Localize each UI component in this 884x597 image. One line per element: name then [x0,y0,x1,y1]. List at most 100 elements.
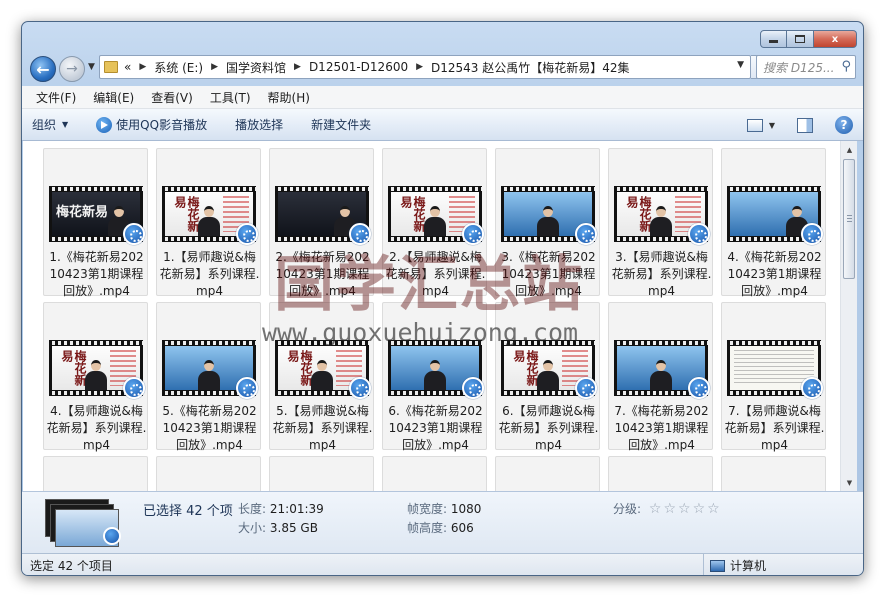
minimize-button[interactable] [760,30,787,48]
qq-player-badge-icon [103,527,121,545]
length-value: 21:01:39 [269,502,324,516]
scroll-down-icon[interactable]: ▼ [841,474,858,491]
file-item[interactable] [495,456,600,491]
file-item[interactable] [721,456,826,491]
presenter-figure [424,206,446,236]
file-item[interactable]: 5.《梅花新易20210423第1期课程回放》.mp4 [156,302,261,452]
thumbnail-calligraphy: 梅花新易 [512,350,539,386]
menu-bar: 文件(F) 编辑(E) 查看(V) 工具(T) 帮助(H) [22,86,863,109]
qq-player-badge-icon [123,377,145,399]
qq-player-badge-icon [801,223,823,245]
recent-pages-button[interactable]: ▼ [88,62,95,72]
menu-view[interactable]: 查看(V) [151,89,193,106]
play-selection-button[interactable]: 播放选择 [235,116,283,133]
star-icon[interactable]: ☆ [707,502,720,516]
file-item[interactable] [382,456,487,491]
change-view-icon[interactable] [746,118,763,132]
presenter-head [91,360,101,371]
thumbnail-calligraphy: 梅花新易 [60,350,87,386]
play-with-qq-button[interactable]: 使用QQ影音播放 [96,116,207,133]
organize-button[interactable]: 组织 ▼ [32,116,68,133]
view-options-chevron-icon[interactable]: ▼ [769,121,775,130]
file-name: 3.【易师趣说&梅花新易】系列课程.mp4 [611,250,712,298]
file-item[interactable] [608,456,713,491]
file-item[interactable]: 梅花新易 5.【易师趣说&梅花新易】系列课程.mp4 [269,302,374,452]
file-item[interactable] [269,456,374,491]
preview-pane-icon[interactable] [797,117,813,133]
presenter-body [198,217,220,236]
breadcrumb-range[interactable]: D12501-D12600 [309,60,408,74]
presenter-body [311,371,333,390]
presenter-head [656,360,666,371]
file-item[interactable]: 4.《梅花新易20210423第1期课程回放》.mp4 [721,148,826,298]
menu-file[interactable]: 文件(F) [36,89,76,106]
presenter-figure [198,360,220,390]
chevron-down-icon: ▼ [88,62,95,72]
address-history-icon[interactable]: ▼ [737,60,744,70]
menu-edit[interactable]: 编辑(E) [93,89,134,106]
presenter-figure [424,360,446,390]
organize-label: 组织 [32,118,57,132]
rating-stars[interactable]: ☆ ☆ ☆ ☆ ☆ [649,502,720,516]
file-item[interactable]: 梅花新易 6.【易师趣说&梅花新易】系列课程.mp4 [495,302,600,452]
star-icon[interactable]: ☆ [649,502,662,516]
qq-player-badge-icon [801,377,823,399]
file-grid: 梅花新易 1.《梅花新易20210423第1期课程回放》.mp4 梅花新易 1.【易师… [43,148,826,491]
new-folder-button[interactable]: 新建文件夹 [311,116,371,133]
presenter-body [650,217,672,236]
file-item[interactable]: 6.《梅花新易20210423第1期课程回放》.mp4 [382,302,487,452]
size-value: 3.85 GB [269,521,318,535]
breadcrumb-library[interactable]: 国学资料馆 [226,59,286,76]
breadcrumb-overflow[interactable]: « [124,60,131,74]
file-item[interactable]: 梅花新易 2.【易师趣说&梅花新易】系列课程.mp4 [382,148,487,298]
search-placeholder: 搜索 D125... [763,60,835,75]
file-item[interactable] [156,456,261,491]
close-icon: x [831,33,839,45]
file-item[interactable]: 梅花新易 1.《梅花新易20210423第1期课程回放》.mp4 [43,148,148,298]
breadcrumb-current[interactable]: D12543 赵公禹竹【梅花新易】42集 [431,59,630,76]
presenter-figure [311,360,333,390]
qq-player-badge-icon [349,223,371,245]
help-icon[interactable]: ? [835,116,853,134]
scroll-up-icon[interactable]: ▲ [841,141,858,158]
scrollbar-thumb[interactable] [843,159,855,279]
qq-player-badge-icon [349,377,371,399]
forward-button[interactable]: → [59,56,85,82]
file-item[interactable]: 7.【易师趣说&梅花新易】系列课程.mp4 [721,302,826,452]
qq-player-badge-icon [236,377,258,399]
star-icon[interactable]: ☆ [693,502,706,516]
presenter-figure [537,206,559,236]
file-item[interactable]: 梅花新易 1.【易师趣说&梅花新易】系列课程.mp4 [156,148,261,298]
file-item[interactable]: 3.《梅花新易20210423第1期课程回放》.mp4 [495,148,600,298]
breadcrumb-drive[interactable]: 系统 (E:) [154,59,203,76]
file-item[interactable]: 7.《梅花新易20210423第1期课程回放》.mp4 [608,302,713,452]
presenter-head [340,206,350,217]
breadcrumb-separator-icon[interactable]: ▶ [211,62,218,72]
presenter-head [430,206,440,217]
rating-row: 分级: ☆ ☆ ☆ ☆ ☆ [613,500,720,517]
breadcrumb-separator-icon[interactable]: ▶ [416,62,423,72]
file-item[interactable]: 梅花新易 3.【易师趣说&梅花新易】系列课程.mp4 [608,148,713,298]
back-button[interactable]: ← [30,56,56,82]
breadcrumb-separator-icon[interactable]: ▶ [139,62,146,72]
size-label: 大小: [238,521,267,535]
close-button[interactable]: x [814,30,857,48]
presenter-figure [537,360,559,390]
file-item[interactable]: 2.《梅花新易20210423第1期课程回放》.mp4 [269,148,374,298]
qq-player-badge-icon [688,377,710,399]
maximize-button[interactable] [787,30,814,48]
menu-help[interactable]: 帮助(H) [268,89,310,106]
file-view[interactable]: 梅花新易 1.《梅花新易20210423第1期课程回放》.mp4 梅花新易 1.【易师… [23,141,840,491]
menu-tools[interactable]: 工具(T) [210,89,251,106]
qq-player-badge-icon [575,377,597,399]
breadcrumb-separator-icon[interactable]: ▶ [294,62,301,72]
file-item[interactable]: 梅花新易 4.【易师趣说&梅花新易】系列课程.mp4 [43,302,148,452]
file-item[interactable] [43,456,148,491]
search-icon[interactable]: ⚲ [841,59,851,74]
star-icon[interactable]: ☆ [678,502,691,516]
address-bar[interactable]: « ▶ 系统 (E:) ▶ 国学资料馆 ▶ D12501-D12600 ▶ D1… [99,55,751,79]
star-icon[interactable]: ☆ [663,502,676,516]
presenter-body [85,371,107,390]
search-input[interactable]: 搜索 D125... ⚲ [756,55,856,79]
vertical-scrollbar[interactable]: ▲ ▼ [840,141,857,491]
